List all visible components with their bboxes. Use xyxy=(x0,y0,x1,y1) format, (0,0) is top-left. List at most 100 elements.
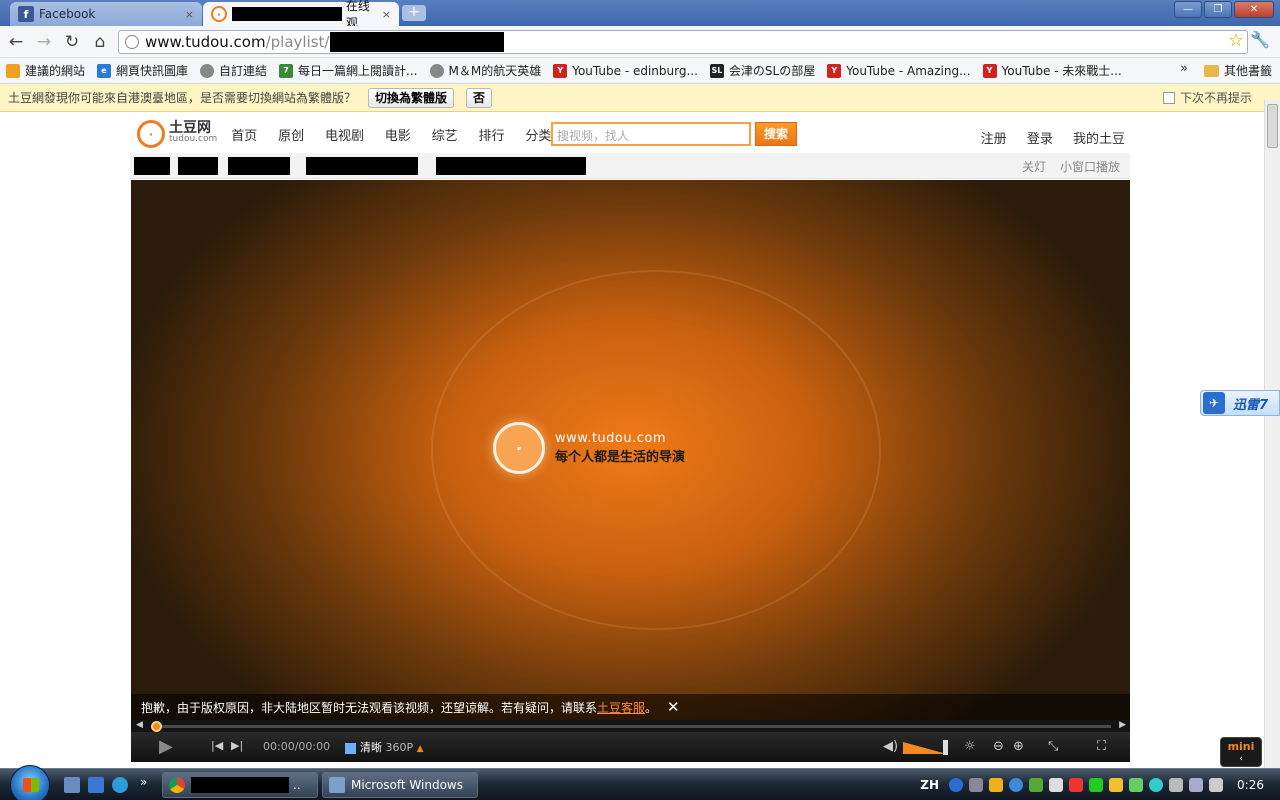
qq-icon[interactable] xyxy=(989,778,1004,792)
reload-icon[interactable]: ↻ xyxy=(60,30,84,54)
popup-player-link[interactable]: 小窗口播放 xyxy=(1060,160,1120,174)
nav-original[interactable]: 原创 xyxy=(278,129,304,144)
device-icon[interactable] xyxy=(1169,778,1184,792)
app-tray-icon[interactable] xyxy=(1069,778,1084,792)
bookmark-item[interactable]: SL 会津のSLの部屋 xyxy=(709,62,815,79)
notice-close-icon[interactable]: ✕ xyxy=(667,698,680,716)
network-icon[interactable] xyxy=(1189,778,1204,792)
nav-variety[interactable]: 综艺 xyxy=(432,129,458,144)
shield-icon[interactable] xyxy=(1109,778,1124,792)
bookmark-item[interactable]: Y YouTube - edinburg... xyxy=(553,63,698,78)
taskbar-item-chrome[interactable]: .. xyxy=(162,772,318,798)
play-icon[interactable]: ▶ xyxy=(159,736,173,757)
bookmark-item[interactable]: Y YouTube - Amazing... xyxy=(827,63,971,78)
progress-bar[interactable]: ◀ ▶ xyxy=(131,720,1130,732)
dont-show-again[interactable]: 下次不再提示 xyxy=(1162,89,1252,106)
desktop-icon[interactable] xyxy=(88,777,104,793)
redacted-crumb xyxy=(306,157,418,175)
star-icon[interactable]: ☆ xyxy=(1228,30,1244,51)
no-button[interactable]: 否 xyxy=(466,87,493,108)
ie-icon[interactable] xyxy=(112,777,128,793)
start-button[interactable] xyxy=(10,765,50,800)
bookmark-item[interactable]: M＆M的航天英雄 xyxy=(429,62,541,79)
search-input[interactable]: 搜视频，找人 xyxy=(551,122,751,146)
browser-toolbar: ← → ↻ ⌂ www.tudou.com /playlist/ ☆ 🔧 xyxy=(0,26,1280,58)
seek-right-icon[interactable]: ▶ xyxy=(1119,720,1126,730)
other-bookmarks[interactable]: 其他書籤 xyxy=(1203,62,1272,79)
address-bar[interactable]: www.tudou.com /playlist/ xyxy=(118,30,1248,54)
switch-traditional-button[interactable]: 切換為繁體版 xyxy=(368,87,455,108)
volume-slider[interactable] xyxy=(903,740,948,755)
video-player[interactable]: · www.tudou.com 每个人都是生活的导演 抱歉，由于版权原因，非大陆… xyxy=(131,180,1130,762)
maximize-button[interactable]: ❐ xyxy=(1204,1,1232,18)
lights-off-link[interactable]: 关灯 xyxy=(1022,160,1046,174)
bookmark-item[interactable]: Y YouTube - 未來戰士... xyxy=(982,62,1122,79)
mini-label: mini xyxy=(1227,740,1255,753)
nav-tv[interactable]: 电视剧 xyxy=(325,129,364,144)
close-window-button[interactable]: ✕ xyxy=(1234,1,1274,18)
bookmark-item[interactable]: 7 每日一篇網上閱讀計... xyxy=(279,62,418,79)
volume-icon[interactable]: ◀) xyxy=(883,739,898,754)
help-icon[interactable] xyxy=(949,778,964,792)
login-link[interactable]: 登录 xyxy=(1027,132,1053,147)
skype-icon[interactable] xyxy=(1149,778,1164,792)
minimize-button[interactable]: — xyxy=(1174,1,1202,18)
tudou-logo[interactable]: · 土豆网 tudou.com xyxy=(137,120,217,148)
nav-movie[interactable]: 电影 xyxy=(385,129,411,144)
site-nav: 首页 原创 电视剧 电影 综艺 排行 分类 ▾ xyxy=(231,125,579,144)
page-scrollbar[interactable] xyxy=(1264,100,1280,768)
app-tray-icon[interactable] xyxy=(1089,778,1104,792)
customer-service-link[interactable]: 土豆客服 xyxy=(597,699,645,716)
tab-facebook[interactable]: f Facebook × xyxy=(10,2,202,26)
url-path: /playlist/ xyxy=(265,33,330,51)
shrink-icon[interactable]: ⤡ xyxy=(1048,739,1058,754)
language-indicator[interactable]: ZH xyxy=(920,778,939,792)
redacted-crumb xyxy=(228,157,290,175)
xunlei-floating-badge[interactable]: ✈ 迅雷7 xyxy=(1200,390,1280,416)
browser-tray-icon[interactable] xyxy=(1009,778,1024,792)
back-icon[interactable]: ← xyxy=(4,30,28,54)
zoom-out-icon[interactable]: ⊖ xyxy=(993,739,1004,754)
nav-ranking[interactable]: 排行 xyxy=(478,129,504,144)
check-icon[interactable] xyxy=(1129,778,1144,792)
progress-track[interactable] xyxy=(153,725,1111,728)
bookmarks-more-button[interactable]: » xyxy=(1180,61,1188,76)
quality-selector[interactable]: 清晰 360P ▲ xyxy=(345,739,424,755)
nav-home[interactable]: 首页 xyxy=(231,129,257,144)
xunlei-label: 迅雷7 xyxy=(1233,397,1269,413)
app-tray-icon[interactable] xyxy=(1049,778,1064,792)
volume-knob[interactable] xyxy=(942,740,948,755)
new-tab-button[interactable]: + xyxy=(402,5,426,21)
mini-player-button[interactable]: mini ‹ xyxy=(1220,737,1262,767)
seek-left-icon[interactable]: ◀ xyxy=(136,720,143,730)
zoom-in-icon[interactable]: ⊕ xyxy=(1013,739,1024,754)
tab-close-icon[interactable]: × xyxy=(382,8,391,21)
search-button[interactable]: 搜索 xyxy=(755,122,797,146)
wrench-icon[interactable]: 🔧 xyxy=(1250,30,1270,49)
scrollbar-thumb[interactable] xyxy=(1267,104,1278,148)
home-icon[interactable]: ⌂ xyxy=(88,30,112,54)
progress-knob[interactable] xyxy=(151,721,162,732)
globe-icon xyxy=(429,63,444,78)
brightness-icon[interactable]: ☼ xyxy=(964,739,976,754)
next-icon[interactable]: ▶| xyxy=(231,739,243,752)
app-tray-icon[interactable] xyxy=(1029,778,1044,792)
fullscreen-icon[interactable]: ⛶ xyxy=(1097,739,1106,754)
explorer-icon[interactable] xyxy=(64,777,80,793)
previous-icon[interactable]: |◀ xyxy=(211,739,223,752)
dont-show-checkbox[interactable] xyxy=(1162,91,1175,104)
clock[interactable]: 0:26 xyxy=(1237,778,1264,792)
tab-close-icon[interactable]: × xyxy=(185,8,194,21)
tab-title: Facebook xyxy=(39,7,96,21)
speaker-icon[interactable] xyxy=(1209,778,1224,792)
taskbar-item-windows[interactable]: Microsoft Windows xyxy=(322,772,478,798)
register-link[interactable]: 注册 xyxy=(981,132,1007,147)
bookmark-item[interactable]: 建議的網站 xyxy=(6,62,85,79)
tab-tudou[interactable]: · 在线观 × xyxy=(203,0,399,30)
bookmark-item[interactable]: 自訂連結 xyxy=(200,62,267,79)
quicklaunch-more-icon[interactable]: » xyxy=(140,775,156,791)
forward-icon[interactable]: → xyxy=(32,30,56,54)
ime-icon[interactable] xyxy=(969,778,984,792)
my-tudou-link[interactable]: 我的土豆 xyxy=(1073,132,1125,147)
bookmark-item[interactable]: e 網頁快訊圖庫 xyxy=(97,62,188,79)
